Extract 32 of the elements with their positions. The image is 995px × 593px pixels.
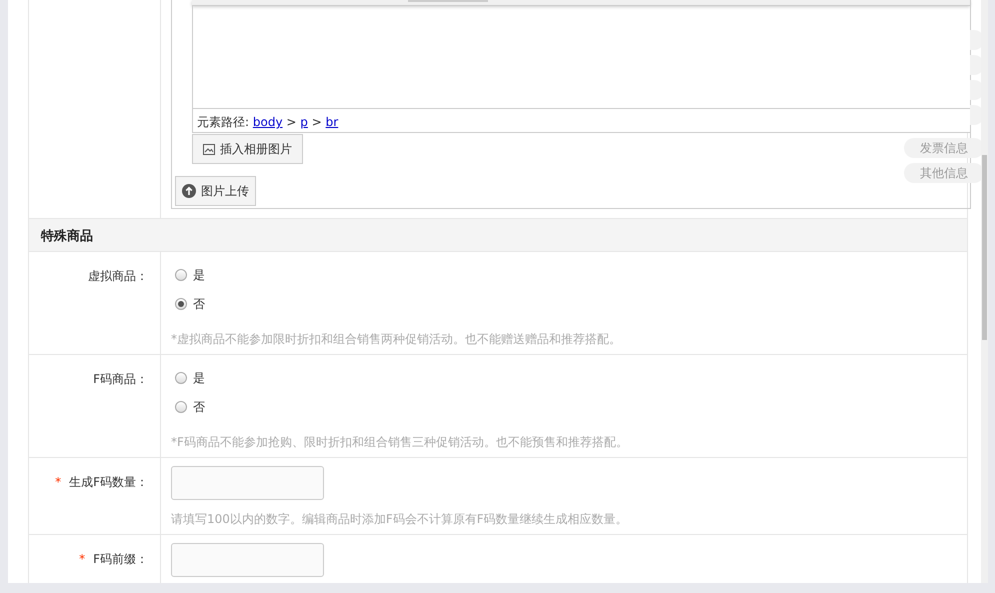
radio-button[interactable] xyxy=(175,372,187,384)
option-label: 否 xyxy=(193,398,205,416)
image-icon xyxy=(203,144,215,154)
element-path-link[interactable]: br xyxy=(326,115,338,129)
field-label: 虚拟商品： xyxy=(88,269,148,283)
required-mark: * xyxy=(55,475,62,489)
image-upload-button[interactable]: 图片上传 xyxy=(175,176,256,206)
radio-button[interactable] xyxy=(175,298,187,310)
element-path-link[interactable]: p xyxy=(300,115,308,129)
scrollbar[interactable] xyxy=(981,0,988,583)
radio-button[interactable] xyxy=(175,400,187,412)
field-label: F码前缀： xyxy=(93,552,148,566)
required-mark: * xyxy=(79,552,86,566)
hint-text: 请填写100以内的数字。编辑商品时添加F码会不计算原有F码数量继续生成相应数量。 xyxy=(171,511,629,528)
field-label: 生成F码数量： xyxy=(69,475,148,489)
option-label: 是 xyxy=(193,370,205,386)
upload-icon xyxy=(182,184,196,198)
input-field[interactable] xyxy=(171,543,324,577)
path-separator: > xyxy=(286,115,296,129)
rich-text-editor[interactable]: 元素路径: body > p > br xyxy=(192,0,970,133)
input-field[interactable] xyxy=(171,466,324,500)
path-label: 元素路径: xyxy=(197,115,250,129)
radio-button[interactable] xyxy=(175,268,187,280)
field-label: F码商品： xyxy=(93,372,148,386)
hint-text: *F码商品不能参加抢购、限时折扣和组合销售三种促销活动。也不能预售和推荐搭配。 xyxy=(171,434,629,451)
insert-album-image-button[interactable]: 插入相册图片 xyxy=(192,134,303,164)
hint-text: *虚拟商品不能参加限时折扣和组合销售两种促销活动。也不能赠送赠品和推荐搭配。 xyxy=(171,331,622,348)
element-path-link[interactable]: body xyxy=(252,115,283,129)
path-separator: > xyxy=(312,115,322,129)
section-title: 特殊商品 xyxy=(29,219,967,252)
option-label: 是 xyxy=(193,266,205,284)
option-label: 否 xyxy=(193,296,205,312)
